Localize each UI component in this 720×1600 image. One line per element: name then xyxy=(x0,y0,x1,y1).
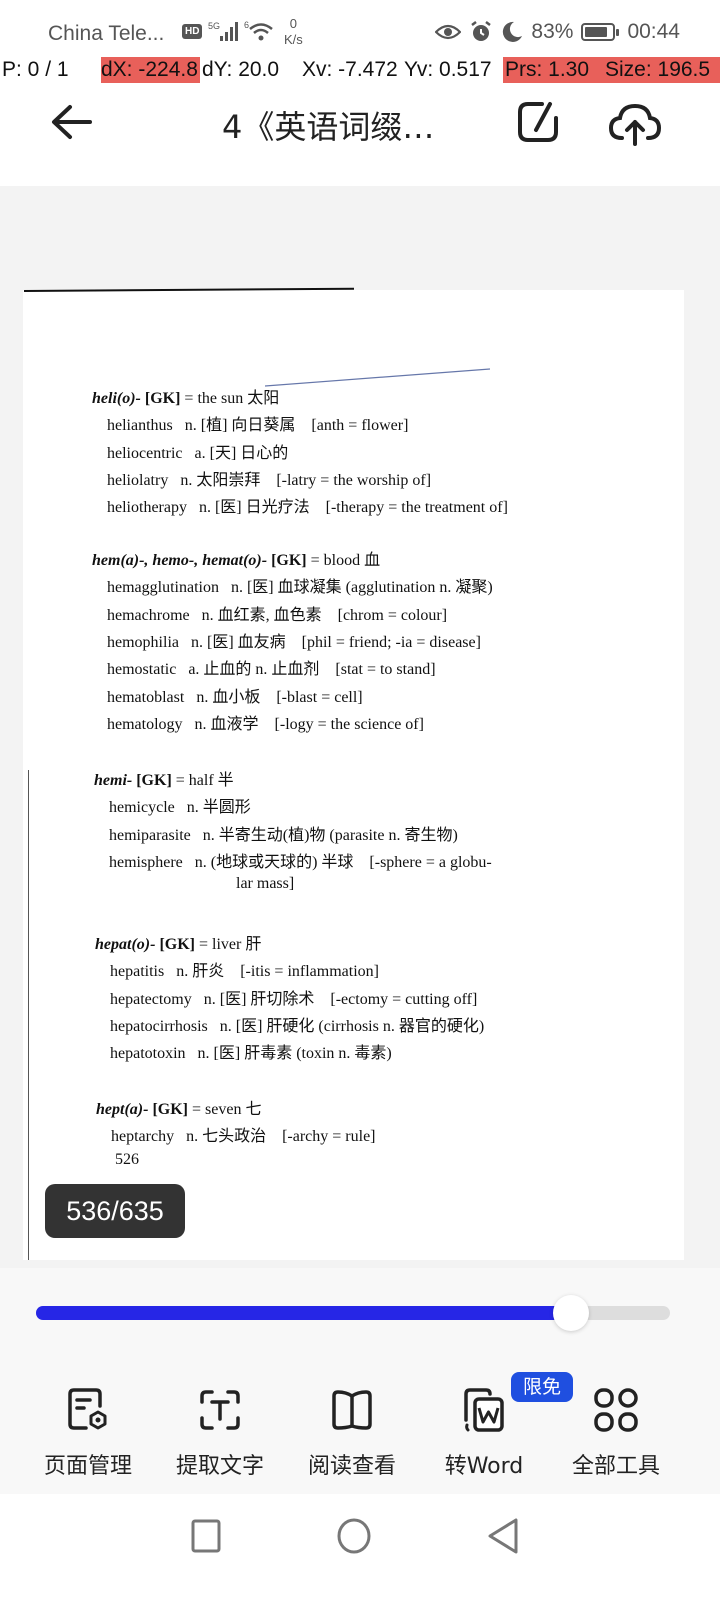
page-progress-slider[interactable] xyxy=(36,1295,670,1331)
word-entry: hepatectomy n. [医] 肝切除术 [-ectomy = cutti… xyxy=(110,990,478,1008)
word-entry: hemisphere n. (地球或天球的) 半球 [-sphere = a g… xyxy=(109,853,492,871)
recent-apps-square-icon[interactable] xyxy=(186,1516,226,1556)
affix-root-line: hept(a)- [GK] = seven 七 xyxy=(96,1095,261,1119)
affix-origin: [GK] xyxy=(136,772,176,789)
all-tools-grid-icon xyxy=(594,1388,638,1432)
affix-root-line: heli(o)- [GK] = the sun 太阳 xyxy=(92,384,279,408)
tool-extract-text[interactable]: 提取文字 xyxy=(154,1380,286,1480)
word-entry: hepatotoxin n. [医] 肝毒素 (toxin n. 毒素) xyxy=(110,1045,392,1063)
affix-root: hepat(o)- xyxy=(95,936,160,953)
word-entry: hemicycle n. 半圆形 xyxy=(109,799,251,817)
page-text: heli(o)- [GK] = the sun 太阳 helianthus n. … xyxy=(0,0,720,1260)
affix-meaning: = the sun 太阳 xyxy=(184,390,280,407)
tool-label: 阅读查看 xyxy=(307,1454,396,1479)
word-entry: hemostatic a. 止血的 n. 止血剂 [stat = to stan… xyxy=(107,661,436,679)
affix-root: hem(a)-, hemo-, hemat(o)- xyxy=(92,552,272,569)
slider-thumb[interactable] xyxy=(553,1295,590,1331)
word-entry: hemophilia n. [医] 血友病 [phil = friend; -i… xyxy=(107,633,481,651)
affix-meaning: = half 半 xyxy=(175,772,234,789)
back-triangle-icon[interactable] xyxy=(484,1516,524,1556)
word-entry: hemagglutination n. [医] 血球凝集 (agglutinat… xyxy=(107,579,493,597)
affix-meaning: = blood 血 xyxy=(310,552,381,569)
affix-root-line: hepat(o)- [GK] = liver 肝 xyxy=(95,930,261,954)
affix-origin: [GK] xyxy=(144,390,185,407)
tool-label: 转Word xyxy=(444,1454,524,1479)
text-extract-icon xyxy=(200,1390,240,1430)
affix-root: heli(o)- xyxy=(92,390,145,407)
word-entry: hepatitis n. 肝炎 [-itis = inflammation] xyxy=(110,963,379,981)
tool-bar: 页面管理 提取文字 阅读查看 转Word 全部工具 xyxy=(0,1380,720,1480)
system-nav-bar xyxy=(0,1494,720,1600)
page-manage-icon xyxy=(68,1388,107,1430)
book-read-icon xyxy=(332,1390,372,1430)
free-limited-badge: 限免 xyxy=(511,1372,573,1402)
word-entry: hematology n. 血液学 [-logy = the science o… xyxy=(107,715,424,733)
affix-origin: [GK] xyxy=(152,1101,192,1118)
word-entry: helianthus n. [植] 向日葵属 [anth = flower] xyxy=(107,417,409,435)
word-entry: hemachrome n. 血红素, 血色素 [chrom = colour] xyxy=(107,606,448,624)
tool-label: 提取文字 xyxy=(175,1454,264,1479)
affix-root: hemi- xyxy=(94,772,137,789)
word-entry: hematoblast n. 血小板 [-blast = cell] xyxy=(107,688,363,706)
affix-root-line: hemi- [GK] = half 半 xyxy=(94,766,234,790)
home-circle-icon[interactable] xyxy=(334,1516,374,1556)
page-counter: 536/635 xyxy=(45,1184,185,1238)
affix-meaning: = seven 七 xyxy=(191,1101,262,1118)
affix-meaning: = liver 肝 xyxy=(198,936,262,953)
affix-root: hept(a)- xyxy=(96,1101,153,1118)
tool-read-view[interactable]: 阅读查看 xyxy=(286,1380,418,1480)
tool-label: 全部工具 xyxy=(571,1454,660,1479)
word-entry: hepatocirrhosis n. [医] 肝硬化 (cirrhosis n.… xyxy=(110,1017,485,1035)
word-entry: heptarchy n. 七头政治 [-archy = rule] xyxy=(111,1128,376,1146)
word-entry: lar mass] xyxy=(236,875,295,893)
printed-page-number: 526 xyxy=(115,1151,139,1168)
slider-fill xyxy=(36,1306,572,1320)
tool-label: 页面管理 xyxy=(43,1454,132,1479)
word-convert-icon xyxy=(464,1388,504,1432)
word-entry: heliolatry n. 太阳崇拜 [-latry = the worship… xyxy=(107,471,432,489)
word-entry: heliocentric a. [天] 日心的 xyxy=(107,444,289,462)
word-entry: hemiparasite n. 半寄生动(植)物 (parasite n. 寄生… xyxy=(109,826,458,844)
tool-page-manage[interactable]: 页面管理 xyxy=(22,1380,154,1480)
word-entry: heliotherapy n. [医] 日光疗法 [-therapy = the… xyxy=(107,499,508,517)
affix-origin: [GK] xyxy=(271,552,311,569)
affix-origin: [GK] xyxy=(159,936,199,953)
affix-root-line: hem(a)-, hemo-, hemat(o)- [GK] = blood 血 xyxy=(92,546,380,570)
